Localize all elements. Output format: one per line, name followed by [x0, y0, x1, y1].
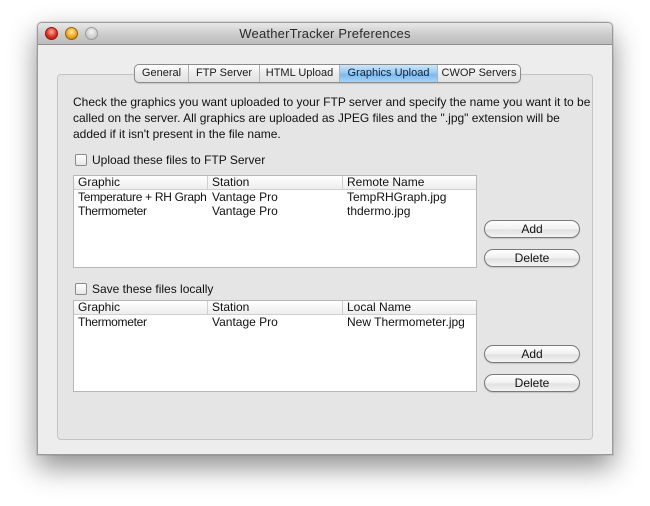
local-delete-button[interactable]: Delete: [484, 374, 580, 392]
upload-to-ftp-checkbox[interactable]: [75, 154, 87, 166]
tab-bar: General FTP Server HTML Upload Graphics …: [134, 64, 521, 83]
local-table-header: Graphic Station Local Name: [74, 301, 476, 315]
window-title: WeatherTracker Preferences: [239, 26, 411, 41]
cell-graphic: Thermometer: [78, 315, 147, 329]
cell-remote-name[interactable]: thdermo.jpg: [343, 204, 476, 218]
upload-table-header: Graphic Station Remote Name: [74, 176, 476, 190]
column-header-graphic[interactable]: Graphic: [74, 176, 208, 189]
column-header-station[interactable]: Station: [208, 301, 343, 314]
column-header-local-name[interactable]: Local Name: [343, 301, 476, 314]
title-bar[interactable]: WeatherTracker Preferences: [38, 23, 612, 45]
column-header-graphic[interactable]: Graphic: [74, 301, 208, 314]
cell-graphic: Thermometer: [78, 204, 147, 218]
cell-station: Vantage Pro: [212, 204, 278, 218]
save-locally-label[interactable]: Save these files locally: [92, 282, 213, 296]
cell-station: Vantage Pro: [212, 315, 278, 329]
cell-graphic: Temperature + RH Graph: [78, 190, 207, 204]
local-files-table[interactable]: Graphic Station Local Name Thermometer V…: [73, 300, 477, 392]
table-row[interactable]: Thermometer Vantage Pro thdermo.jpg: [74, 204, 476, 218]
tab-graphics-upload[interactable]: Graphics Upload: [340, 65, 438, 82]
table-row[interactable]: Thermometer Vantage Pro New Thermometer.…: [74, 315, 476, 329]
cell-remote-name[interactable]: TempRHGraph.jpg: [343, 190, 476, 204]
cell-local-name[interactable]: New Thermometer.jpg: [343, 315, 476, 329]
tab-html-upload[interactable]: HTML Upload: [260, 65, 340, 82]
column-header-remote-name[interactable]: Remote Name: [343, 176, 476, 189]
upload-to-ftp-label[interactable]: Upload these files to FTP Server: [92, 153, 265, 167]
upload-files-table[interactable]: Graphic Station Remote Name Temperature …: [73, 175, 477, 268]
local-add-button[interactable]: Add: [484, 345, 580, 363]
preferences-window: WeatherTracker Preferences General FTP S…: [37, 22, 613, 455]
table-row[interactable]: Temperature + RH Graph Vantage Pro TempR…: [74, 190, 476, 204]
save-locally-checkbox[interactable]: [75, 283, 87, 295]
tab-ftp-server[interactable]: FTP Server: [189, 65, 260, 82]
description-text: Check the graphics you want uploaded to …: [73, 95, 591, 141]
local-checkbox-row[interactable]: Save these files locally: [75, 282, 213, 296]
upload-add-button[interactable]: Add: [484, 220, 580, 238]
upload-delete-button[interactable]: Delete: [484, 249, 580, 267]
tab-cwop-servers[interactable]: CWOP Servers: [438, 65, 520, 82]
upload-checkbox-row[interactable]: Upload these files to FTP Server: [75, 153, 265, 167]
tab-general[interactable]: General: [135, 65, 189, 82]
column-header-station[interactable]: Station: [208, 176, 343, 189]
cell-station: Vantage Pro: [212, 190, 278, 204]
